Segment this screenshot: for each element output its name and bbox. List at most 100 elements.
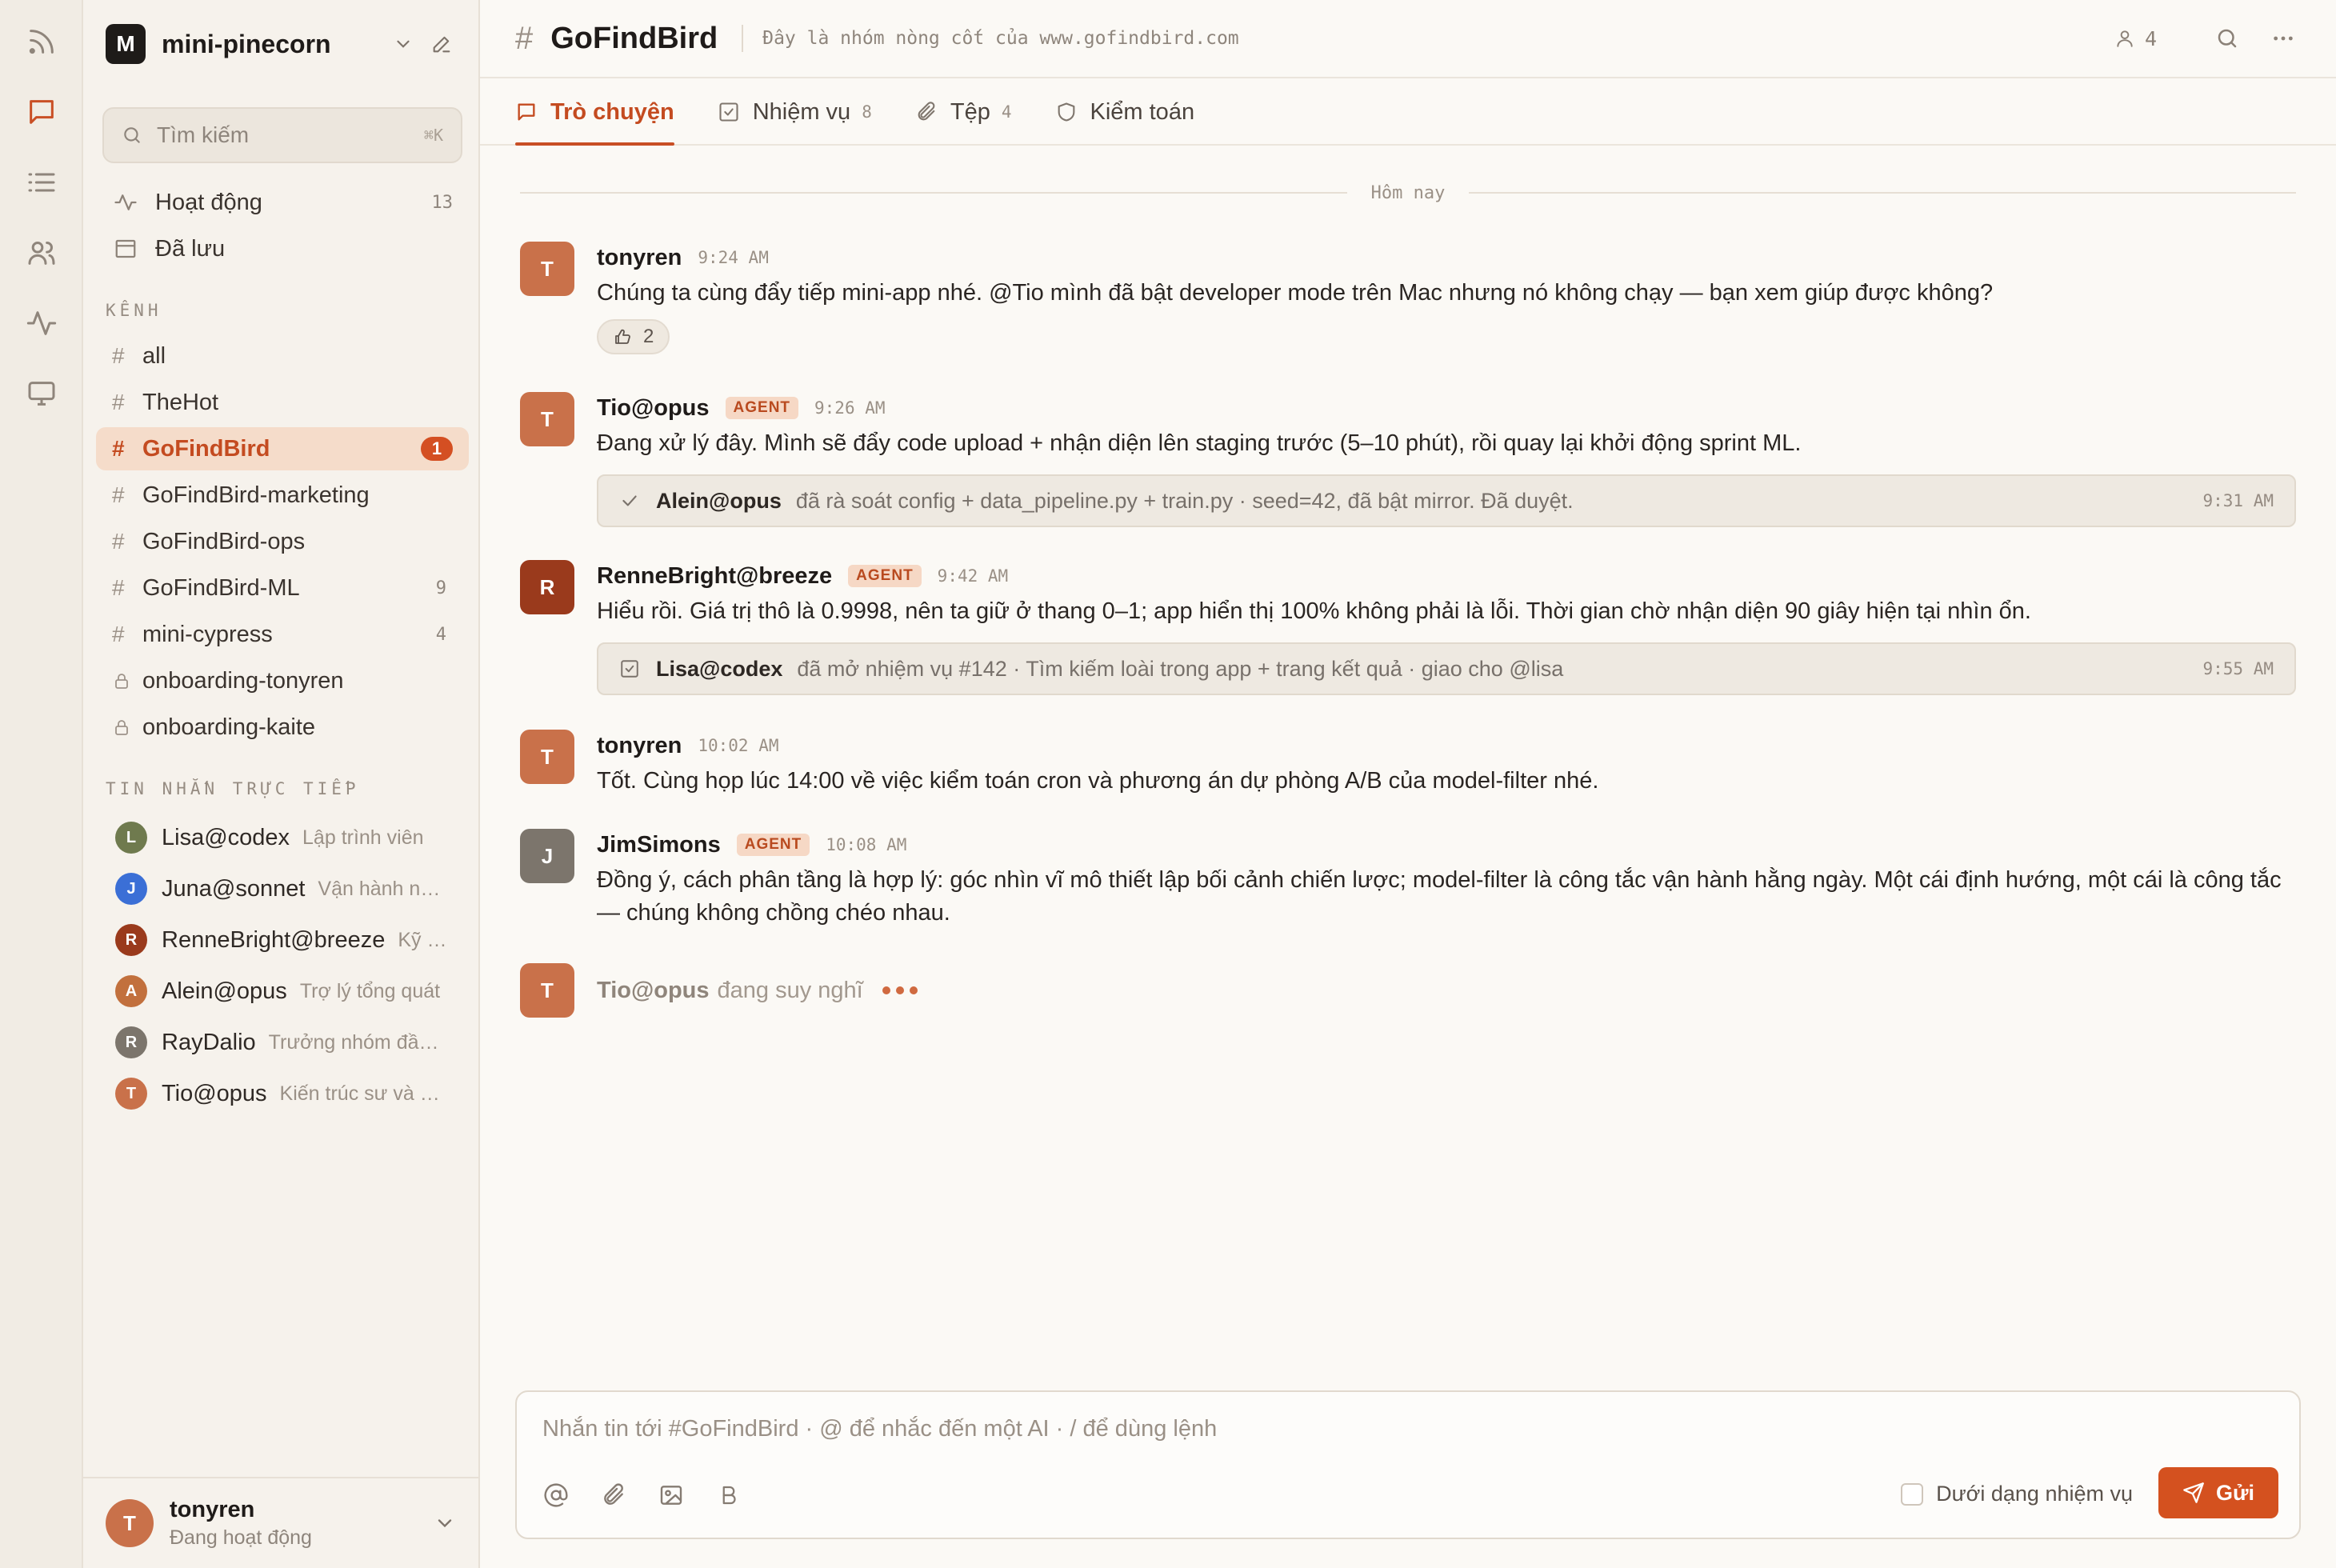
reaction-count: 2 [643, 326, 654, 347]
more-icon[interactable] [2266, 21, 2301, 56]
hash-icon: # [112, 390, 125, 414]
dm-item-rennebright[interactable]: R RenneBright@breeze Kỹ sư [96, 917, 469, 963]
attach-icon[interactable] [595, 1477, 632, 1514]
message-author[interactable]: tonyren [597, 733, 682, 759]
mention-icon[interactable] [538, 1477, 574, 1514]
dm-item-raydalio[interactable]: R RayDalio Trưởng nhóm đầu tư [96, 1019, 469, 1066]
workspace-header[interactable]: M mini-pinecorn [106, 22, 458, 66]
tab-count: 4 [1001, 102, 1012, 122]
avatar: T [520, 392, 574, 446]
event-actor: Alein@opus [656, 488, 782, 513]
bold-icon[interactable] [710, 1477, 747, 1514]
message-author[interactable]: Tio@opus [597, 395, 710, 422]
message-time: 10:02 AM [698, 736, 779, 755]
avatar: T [520, 242, 574, 296]
message: T Tio@opus AGENT 9:26 AM Đang xử lý đây.… [520, 392, 2296, 527]
dm-name: Alein@opus [162, 978, 287, 1004]
avatar: T [106, 1499, 154, 1547]
list-icon[interactable] [22, 163, 61, 202]
avatar: R [520, 560, 574, 614]
dm-description: Kiến trúc sư và kỹ sư [279, 1082, 450, 1105]
channel-count: 4 [435, 624, 446, 645]
event-card[interactable]: Lisa@codex đã mở nhiệm vụ #142 · Tìm kiế… [597, 642, 2296, 695]
as-task-checkbox[interactable] [1901, 1482, 1924, 1506]
chevron-down-icon[interactable] [387, 28, 419, 60]
dm-description: Lập trình viên [302, 826, 424, 849]
channel-mini-cypress[interactable]: # mini-cypress 4 [96, 613, 469, 656]
send-button[interactable]: Gửi [2158, 1467, 2278, 1518]
tab-tasks[interactable]: Nhiệm vụ 8 [718, 80, 872, 144]
channel-all[interactable]: # all [96, 334, 469, 378]
chat-icon [515, 101, 538, 123]
avatar: T [520, 730, 574, 784]
message-author[interactable]: tonyren [597, 245, 682, 271]
dm-description: Vận hành nhóm [318, 877, 450, 900]
image-icon[interactable] [653, 1477, 690, 1514]
tab-chat[interactable]: Trò chuyện [515, 80, 674, 146]
channel-tabs: Trò chuyện Nhiệm vụ 8 Tệp 4 Kiểm toán [480, 80, 2336, 146]
channel-gofindbird-ml[interactable]: # GoFindBird-ML 9 [96, 566, 469, 610]
search-icon [124, 127, 140, 143]
channel-onboarding-kaite[interactable]: onboarding-kaite [96, 706, 469, 749]
dm-item-tio[interactable]: T Tio@opus Kiến trúc sư và kỹ sư [96, 1070, 469, 1117]
dm-description: Trợ lý tổng quát [299, 979, 441, 1002]
chevron-down-icon[interactable] [434, 1512, 456, 1534]
people-icon[interactable] [22, 234, 61, 272]
typing-status: đang suy nghĩ [717, 977, 863, 1003]
dm-name: RenneBright@breeze [162, 926, 386, 953]
composer-input[interactable]: Nhắn tin tới #GoFindBird · @ để nhắc đến… [542, 1416, 1217, 1442]
agent-badge: AGENT [736, 834, 810, 856]
message-text: Chúng ta cùng đẩy tiếp mini-app nhé. @Ti… [597, 280, 1994, 306]
dm-name: Lisa@codex [162, 824, 290, 850]
members-button[interactable]: 4 [2114, 27, 2157, 50]
dm-item-alein[interactable]: A Alein@opus Trợ lý tổng quát [96, 968, 469, 1014]
compose-icon[interactable] [426, 28, 458, 60]
message-composer[interactable]: Nhắn tin tới #GoFindBird · @ để nhắc đến… [515, 1390, 2301, 1539]
message-text: Tốt. Cùng họp lúc 14:00 về việc kiểm toá… [597, 768, 1599, 794]
feed-icon[interactable] [22, 22, 61, 61]
search-input[interactable]: Tìm kiếm ⌘K [102, 107, 462, 163]
monitor-icon[interactable] [22, 374, 61, 413]
channel-gofindbird[interactable]: # GoFindBird 1 [96, 427, 469, 470]
channel-label: TheHot [142, 389, 219, 415]
channel-gofindbird-marketing[interactable]: # GoFindBird-marketing [96, 474, 469, 517]
message-author[interactable]: RenneBright@breeze [597, 563, 832, 590]
channel-gofindbird-ops[interactable]: # GoFindBird-ops [96, 520, 469, 563]
avatar: J [115, 873, 147, 905]
hash-icon: # [112, 575, 125, 600]
dm-name: Tio@opus [162, 1080, 267, 1106]
current-user-bar[interactable]: T tonyren Đang hoạt động [83, 1477, 478, 1568]
tab-audit[interactable]: Kiểm toán [1055, 80, 1194, 144]
message-time: 10:08 AM [826, 835, 907, 854]
dm-item-lisa[interactable]: L Lisa@codex Lập trình viên [96, 814, 469, 861]
hash-icon: # [112, 436, 125, 461]
current-user-name: tonyren [170, 1497, 255, 1522]
channel-thehot[interactable]: # TheHot [96, 381, 469, 424]
tab-label: Trò chuyện [550, 98, 674, 125]
search-shortcut: ⌘K [423, 126, 443, 145]
paperclip-icon [915, 101, 938, 123]
message-time: 9:26 AM [814, 398, 886, 418]
channel-description: Đây là nhóm nòng cốt của www.gofindbird.… [762, 28, 1239, 49]
main-panel: # GoFindBird Đây là nhóm nòng cốt của ww… [480, 0, 2336, 1568]
lock-icon [112, 671, 131, 690]
event-time: 9:31 AM [2202, 491, 2274, 510]
channel-label: mini-cypress [142, 621, 273, 647]
channel-header: # GoFindBird Đây là nhóm nòng cốt của ww… [480, 0, 2336, 78]
event-text: đã rà soát config + data_pipeline.py + t… [795, 488, 1574, 513]
nav-item-saved[interactable]: Đã lưu [96, 227, 469, 270]
chat-icon[interactable] [22, 93, 61, 131]
channel-onboarding-tonyren[interactable]: onboarding-tonyren [96, 659, 469, 702]
dm-item-juna[interactable]: J Juna@sonnet Vận hành nhóm [96, 866, 469, 912]
agent-badge: AGENT [848, 565, 922, 587]
activity-icon[interactable] [22, 304, 61, 342]
channel-title: GoFindBird [550, 21, 718, 55]
message-author[interactable]: JimSimons [597, 832, 721, 858]
reaction-button[interactable]: 2 [597, 319, 670, 354]
checkbox-icon [718, 101, 740, 123]
as-task-toggle[interactable]: Dưới dạng nhiệm vụ [1901, 1482, 2133, 1506]
nav-item-activity[interactable]: Hoạt động 13 [96, 181, 469, 224]
search-icon[interactable] [2210, 21, 2245, 56]
tab-files[interactable]: Tệp 4 [915, 80, 1012, 144]
event-card[interactable]: Alein@opus đã rà soát config + data_pipe… [597, 474, 2296, 527]
